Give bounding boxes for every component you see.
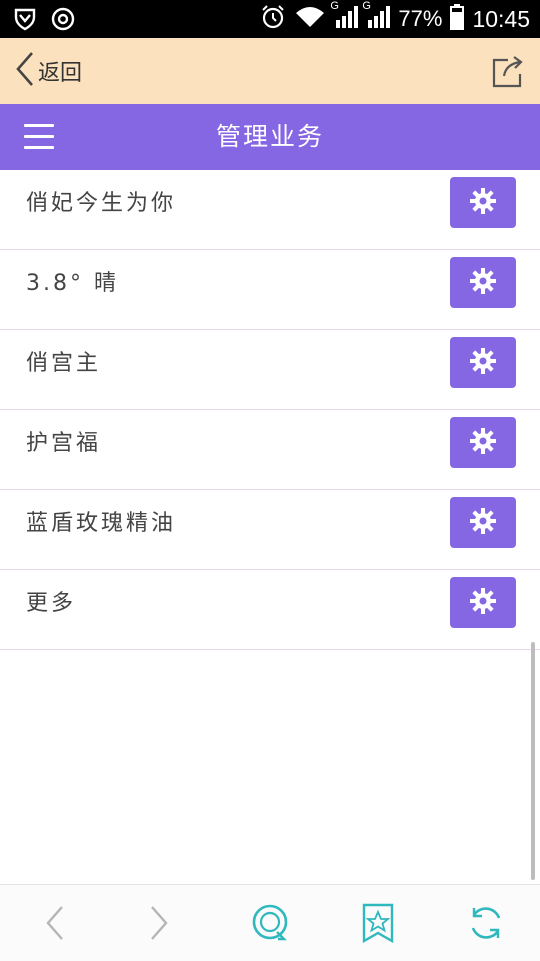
settings-ring-icon [50,6,76,36]
gear-icon [469,347,497,379]
list-item-label: 更多 [26,591,77,616]
settings-button[interactable] [450,497,516,548]
back-arrow-icon [34,906,74,947]
bookmark-star-icon [358,903,398,947]
gear-icon [469,507,497,539]
list-item[interactable]: 蓝盾玫瑰精油 [0,490,540,570]
list-item-label: 3.8° 晴 [26,271,119,296]
list-item-label: 护宫福 [26,431,102,456]
menu-icon-bar [24,135,54,138]
battery-percent: 77% [398,6,443,31]
back-label: 返回 [38,61,83,86]
gear-icon [469,587,497,619]
battery-icon [450,4,465,34]
business-list: 俏妃今生为你 3.8° 晴 俏宫主 护宫福 蓝盾玫瑰精油 更多 [0,170,540,650]
bottom-nav-bar [0,884,540,961]
settings-button[interactable] [450,337,516,388]
chat-icon [250,904,290,947]
share-button[interactable] [490,54,526,90]
list-item-label: 蓝盾玫瑰精油 [26,511,177,536]
chat-button[interactable] [250,903,290,943]
settings-button[interactable] [450,577,516,628]
wifi-icon [294,5,326,33]
menu-icon [24,124,54,127]
shield-icon [12,6,38,36]
share-icon [490,56,526,94]
top-bar: 返回 [0,38,540,104]
settings-button[interactable] [450,177,516,228]
list-item[interactable]: 护宫福 [0,410,540,490]
gear-icon [469,267,497,299]
settings-button[interactable] [450,257,516,308]
network-label: G [330,0,339,12]
back-nav-button[interactable] [34,903,74,943]
signal-icon: G [330,0,359,32]
status-bar: G G 77% 10:45 [0,0,540,38]
forward-arrow-icon [140,906,180,947]
list-item[interactable]: 3.8° 晴 [0,250,540,330]
gear-icon [469,427,497,459]
page-title: 管理业务 [215,122,324,151]
list-item[interactable]: 俏妃今生为你 [0,170,540,250]
signal-icon-2: G [362,0,391,32]
list-item[interactable]: 更多 [0,570,540,650]
menu-button[interactable] [24,124,54,150]
list-item-label: 俏宫主 [26,351,102,376]
chevron-left-icon [14,51,36,91]
list-item-label: 俏妃今生为你 [26,191,177,216]
menu-icon-bar [24,146,54,149]
list-item[interactable]: 俏宫主 [0,330,540,410]
back-button[interactable]: 返回 [14,52,82,90]
gear-icon [469,187,497,219]
refresh-icon [466,907,506,947]
settings-button[interactable] [450,417,516,468]
clock-time: 10:45 [472,5,530,32]
alarm-icon [260,4,286,34]
bookmark-button[interactable] [358,903,398,944]
refresh-button[interactable] [466,903,506,943]
page-header: 管理业务 [0,104,540,170]
network-label-2: G [362,0,371,12]
scrollbar[interactable] [531,642,535,880]
forward-nav-button[interactable] [140,903,180,943]
